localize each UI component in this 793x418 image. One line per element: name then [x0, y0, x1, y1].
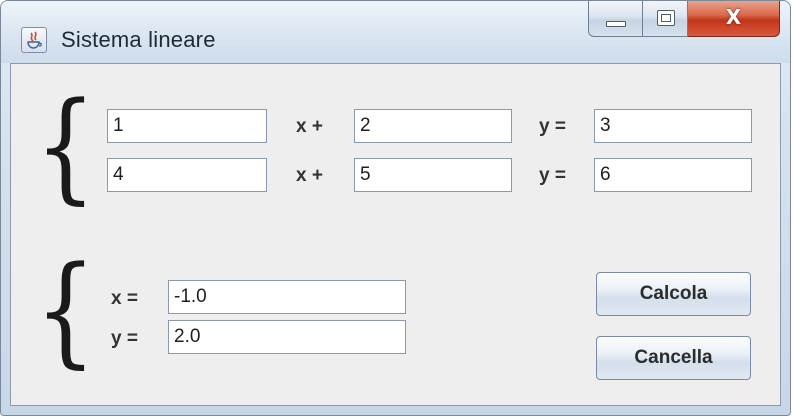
eq2-x-plus-label: x + [296, 165, 323, 186]
solution-y-label: y = [111, 328, 138, 349]
left-brace-icon: { [35, 76, 97, 216]
eq2-coef-y-field[interactable]: 5 [354, 158, 512, 192]
solution-x-field[interactable]: -1.0 [168, 280, 406, 314]
eq1-const-field[interactable]: 3 [594, 109, 752, 143]
minimize-button[interactable] [588, 1, 642, 37]
eq1-coef-y-field[interactable]: 2 [354, 109, 512, 143]
eq2-y-equals-label: y = [539, 165, 566, 186]
eq2-coef-x-field[interactable]: 4 [107, 158, 267, 192]
app-window: Sistema lineare X { 1 x + 2 y = 3 4 x + … [0, 0, 791, 416]
minimize-icon [606, 21, 626, 27]
close-icon: X [725, 5, 742, 29]
solution-x-label: x = [111, 288, 138, 309]
maximize-icon [657, 10, 675, 26]
java-app-icon[interactable] [21, 27, 47, 53]
calcola-button[interactable]: Calcola [596, 272, 751, 316]
eq1-coef-x-field[interactable]: 1 [107, 109, 267, 143]
eq1-x-plus-label: x + [296, 116, 323, 137]
solution-y-field[interactable]: 2.0 [168, 320, 406, 354]
maximize-button[interactable] [642, 1, 688, 37]
cancella-button[interactable]: Cancella [596, 336, 751, 380]
eq2-const-field[interactable]: 6 [594, 158, 752, 192]
eq1-y-equals-label: y = [539, 116, 566, 137]
title-bar[interactable]: Sistema lineare X [1, 1, 790, 63]
content-panel: { 1 x + 2 y = 3 4 x + 5 y = 6 { x = -1.0… [10, 63, 781, 406]
window-controls: X [588, 1, 780, 37]
close-button[interactable]: X [688, 1, 780, 37]
left-brace-icon: { [35, 240, 97, 380]
window-title: Sistema lineare [61, 27, 216, 52]
